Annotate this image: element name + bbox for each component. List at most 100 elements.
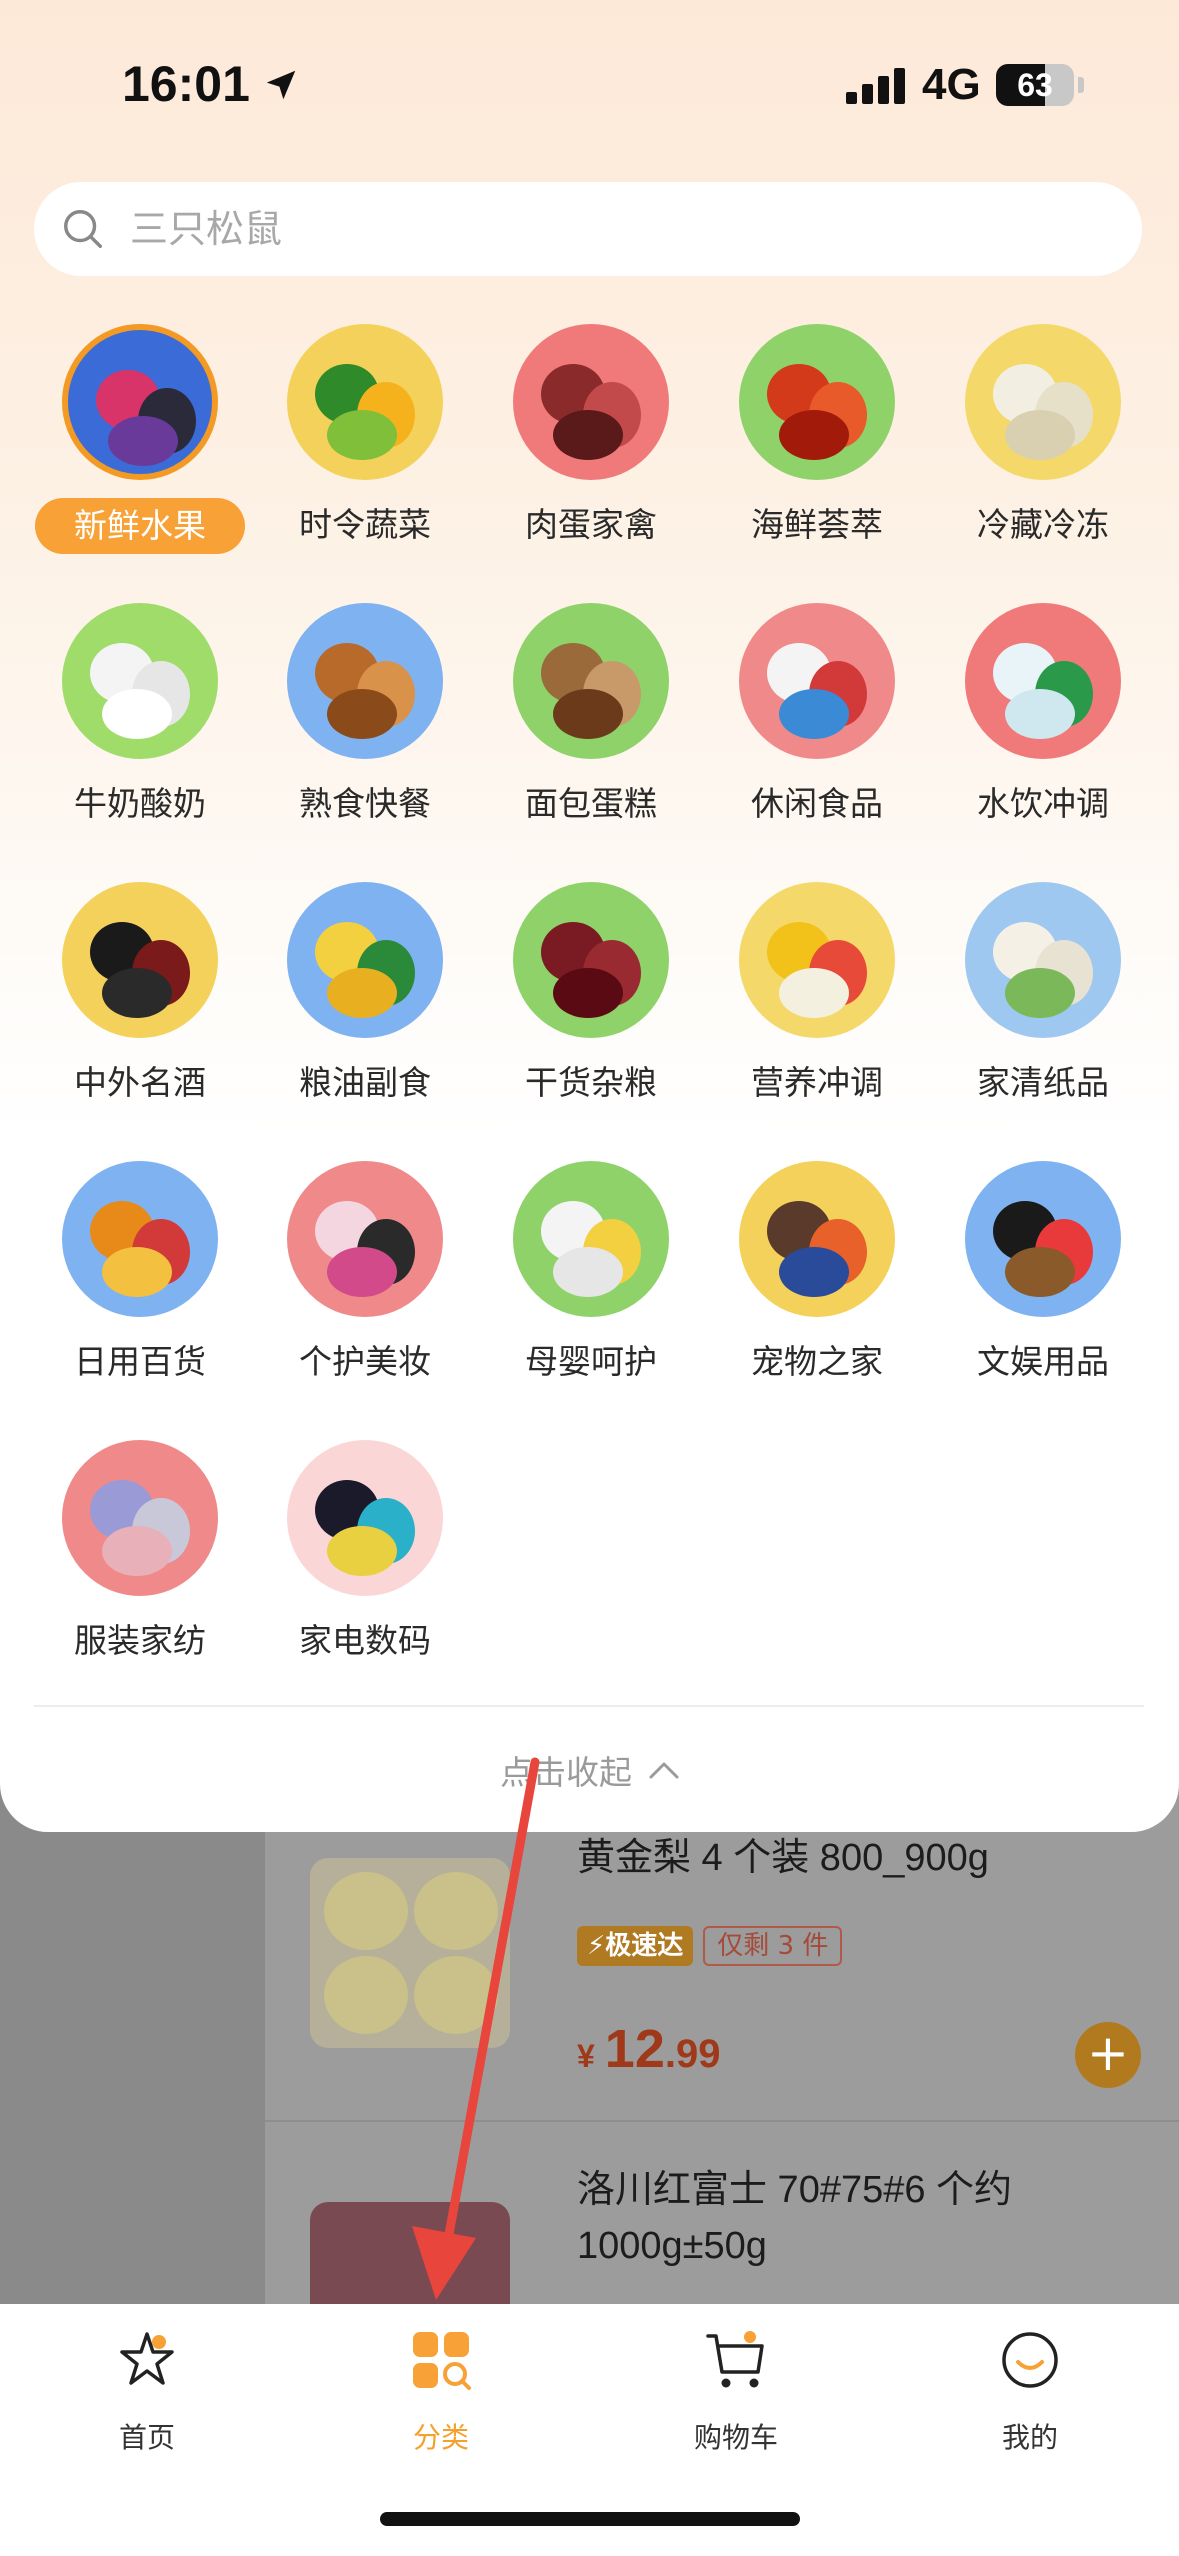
milk-icon bbox=[62, 603, 218, 759]
collapse-button[interactable]: 点击收起 bbox=[440, 1740, 740, 1800]
category-label: 家电数码 bbox=[299, 1621, 431, 1660]
profile-icon bbox=[1002, 2332, 1058, 2388]
subcategory-sidebar[interactable] bbox=[0, 1790, 265, 2310]
battery-percentage: 63 bbox=[1017, 67, 1053, 103]
category-item[interactable]: 服装家纺 bbox=[27, 1440, 253, 1670]
status-bar: 16:01 4G 63 bbox=[0, 0, 1179, 160]
baby-bottle-icon bbox=[513, 1161, 669, 1317]
category-item[interactable]: 日用百货 bbox=[27, 1161, 253, 1391]
icon-shape bbox=[779, 968, 849, 1018]
dumpling-icon bbox=[965, 324, 1121, 480]
category-item[interactable]: 冷藏冷冻 bbox=[930, 324, 1156, 554]
home-star-icon bbox=[120, 2332, 174, 2385]
icon-shape bbox=[327, 968, 397, 1018]
category-label: 肉蛋家禽 bbox=[525, 505, 657, 544]
category-item[interactable]: 熟食快餐 bbox=[252, 603, 478, 833]
ping-pong-icon bbox=[965, 1161, 1121, 1317]
icon-shape bbox=[102, 1247, 172, 1297]
product-badges: ⚡极速达 仅剩 3 件 bbox=[577, 1926, 843, 1966]
product-list: 黄金梨 4 个装 800_900g ⚡极速达 仅剩 3 件 ¥12.99 + 洛… bbox=[0, 1790, 1179, 2342]
category-label: 面包蛋糕 bbox=[525, 784, 657, 823]
category-item[interactable]: 中外名酒 bbox=[27, 882, 253, 1112]
icon-shape bbox=[553, 968, 623, 1018]
icon-shape bbox=[102, 968, 172, 1018]
tab-category-label: 分类 bbox=[412, 2421, 469, 2454]
icon-shape bbox=[779, 410, 849, 460]
list-item[interactable]: 洛川红富士 70#75#6 个约 1000g±50g bbox=[265, 2120, 1179, 2342]
category-item[interactable]: 母婴呵护 bbox=[478, 1161, 704, 1391]
category-label: 休闲食品 bbox=[751, 784, 883, 823]
product-title: 黄金梨 4 个装 800_900g bbox=[577, 1837, 989, 1879]
product-image bbox=[310, 1858, 510, 2048]
category-item[interactable]: 新鲜水果 bbox=[27, 324, 253, 554]
category-item[interactable]: 营养冲调 bbox=[704, 882, 930, 1112]
oil-rice-icon bbox=[287, 882, 443, 1038]
search-bar[interactable]: 三只松鼠 bbox=[34, 182, 1142, 276]
icon-shape bbox=[553, 689, 623, 739]
category-label: 服装家纺 bbox=[74, 1621, 206, 1660]
category-item[interactable]: 牛奶酸奶 bbox=[27, 603, 253, 833]
category-item[interactable]: 休闲食品 bbox=[704, 603, 930, 833]
category-item[interactable]: 个护美妆 bbox=[252, 1161, 478, 1391]
category-label: 日用百货 bbox=[74, 1342, 206, 1381]
tab-profile-label: 我的 bbox=[1001, 2421, 1058, 2454]
category-item[interactable]: 粮油副食 bbox=[252, 882, 478, 1112]
category-item[interactable]: 家清纸品 bbox=[930, 882, 1156, 1112]
tab-profile[interactable]: 我的 bbox=[930, 2318, 1130, 2478]
wine-icon bbox=[62, 882, 218, 1038]
search-input[interactable]: 三只松鼠 bbox=[130, 182, 282, 276]
list-item[interactable]: 黄金梨 4 个装 800_900g ⚡极速达 仅剩 3 件 ¥12.99 + bbox=[265, 1790, 1179, 2120]
bread-icon bbox=[513, 603, 669, 759]
category-item[interactable]: 肉蛋家禽 bbox=[478, 324, 704, 554]
category-label: 熟食快餐 bbox=[299, 784, 431, 823]
category-item[interactable]: 宠物之家 bbox=[704, 1161, 930, 1391]
category-label: 家清纸品 bbox=[977, 1063, 1109, 1102]
product-title: 洛川红富士 70#75#6 个约 1000g±50g bbox=[577, 2169, 1013, 2267]
icon-shape bbox=[108, 416, 178, 466]
icon-shape bbox=[779, 689, 849, 739]
tv-icon bbox=[287, 1440, 443, 1596]
category-label: 新鲜水果 bbox=[35, 498, 245, 554]
search-icon bbox=[64, 210, 102, 248]
category-label: 水饮冲调 bbox=[977, 784, 1109, 823]
cosmetics-icon bbox=[287, 1161, 443, 1317]
tab-home[interactable]: 首页 bbox=[47, 2318, 247, 2478]
battery-icon: 63 bbox=[996, 64, 1074, 106]
category-item[interactable]: 文娱用品 bbox=[930, 1161, 1156, 1391]
tab-home-label: 首页 bbox=[118, 2421, 175, 2454]
snack-icon bbox=[739, 603, 895, 759]
category-item[interactable]: 时令蔬菜 bbox=[252, 324, 478, 554]
category-item[interactable]: 面包蛋糕 bbox=[478, 603, 704, 833]
price-decimal: .99 bbox=[664, 2032, 721, 2076]
detergent-icon bbox=[62, 1161, 218, 1317]
wafer-icon bbox=[739, 882, 895, 1038]
category-label: 时令蔬菜 bbox=[299, 505, 431, 544]
category-label: 干货杂粮 bbox=[525, 1063, 657, 1102]
category-label: 个护美妆 bbox=[299, 1342, 431, 1381]
location-arrow-icon bbox=[266, 70, 296, 100]
icon-shape bbox=[327, 689, 397, 739]
category-label: 文娱用品 bbox=[977, 1342, 1109, 1381]
category-panel: 16:01 4G 63 三只松鼠 新鲜水果 时令蔬菜 肉蛋家禽 海鲜荟萃 冷藏冷冻牛奶酸… bbox=[0, 0, 1179, 1832]
category-item[interactable]: 家电数码 bbox=[252, 1440, 478, 1670]
stock-badge: 仅剩 3 件 bbox=[703, 1926, 843, 1966]
category-item[interactable]: 海鲜荟萃 bbox=[704, 324, 930, 554]
icon-shape bbox=[102, 689, 172, 739]
towel-icon bbox=[62, 1440, 218, 1596]
category-item[interactable]: 干货杂粮 bbox=[478, 882, 704, 1112]
divider bbox=[34, 1705, 1144, 1707]
category-label: 中外名酒 bbox=[74, 1063, 206, 1102]
status-time: 16:01 bbox=[122, 56, 250, 112]
tissue-icon bbox=[965, 882, 1121, 1038]
category-label: 牛奶酸奶 bbox=[74, 784, 206, 823]
icon-shape bbox=[779, 1247, 849, 1297]
meat-icon bbox=[513, 324, 669, 480]
tab-category[interactable]: 分类 bbox=[341, 2318, 541, 2478]
express-badge: ⚡极速达 bbox=[577, 1926, 694, 1966]
icon-shape bbox=[327, 1247, 397, 1297]
category-item[interactable]: 水饮冲调 bbox=[930, 603, 1156, 833]
add-to-cart-button[interactable]: + bbox=[1075, 2022, 1141, 2088]
red-beans-icon bbox=[513, 882, 669, 1038]
icon-shape bbox=[1005, 410, 1075, 460]
tab-cart[interactable]: 购物车 bbox=[636, 2318, 836, 2478]
